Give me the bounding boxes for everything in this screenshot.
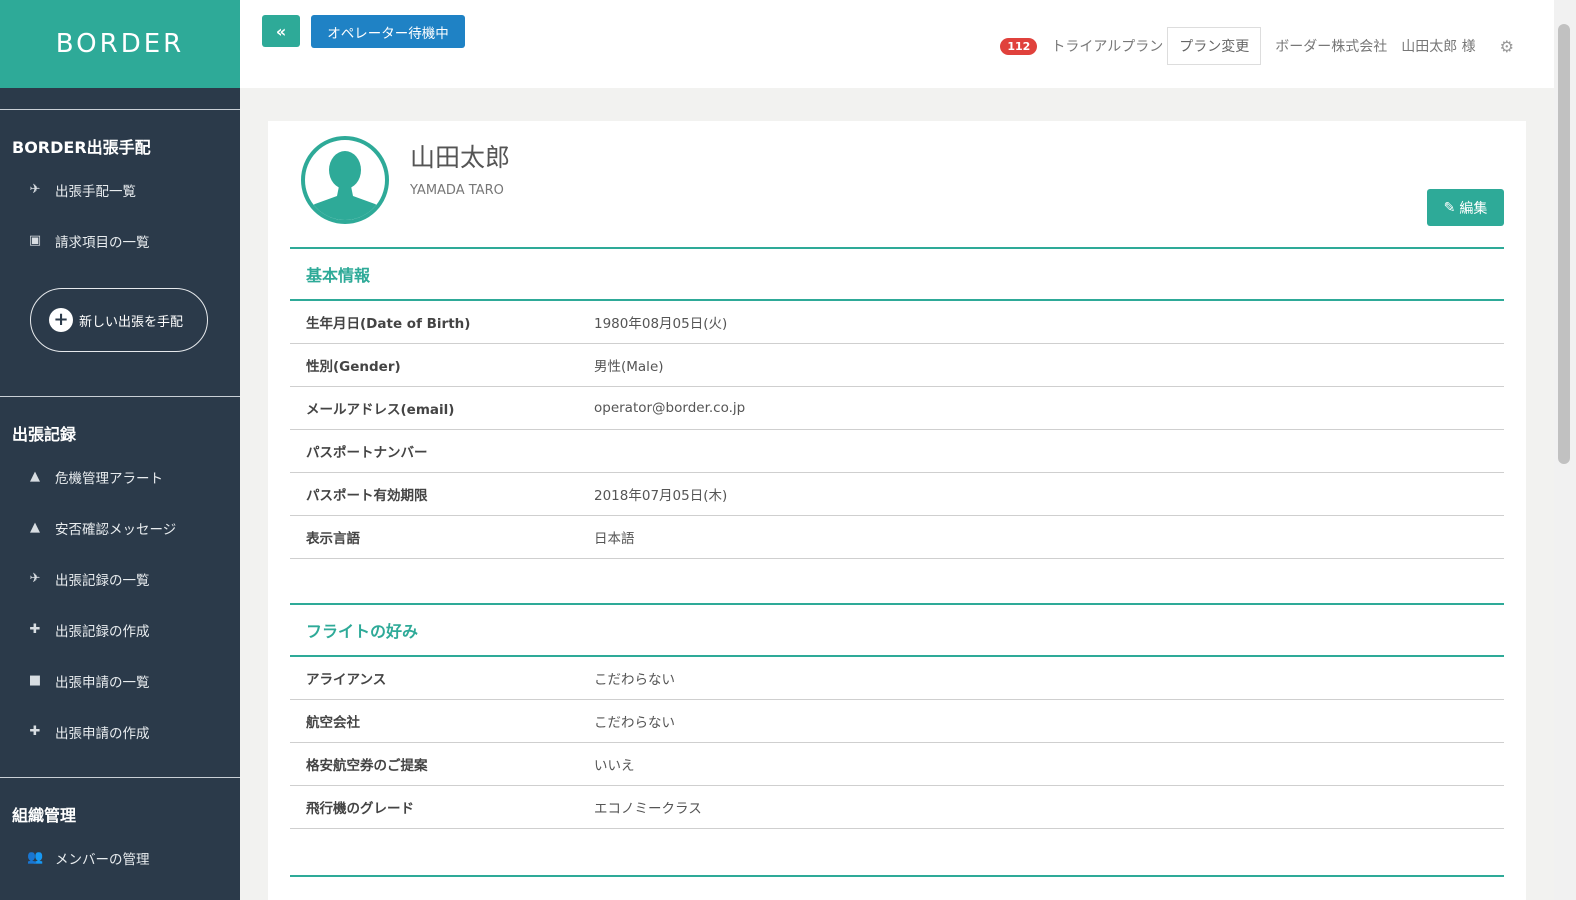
row-label: 飛行機のグレード	[306, 801, 414, 817]
new-trip-label: 新しい出張を手配	[79, 314, 184, 330]
sidebar-item-travel-list[interactable]: ✈ 出張手配一覧	[0, 164, 240, 215]
sidebar-item-safety-message[interactable]: ▲ 安否確認メッセージ	[0, 502, 240, 553]
flight-preference-section: フライトの好み アライアンス こだわらない 航空会社 こだわらない 格安航空券の…	[290, 603, 1504, 829]
scrollbar-thumb[interactable]	[1558, 24, 1570, 464]
row-value: 2018年07月05日(木)	[594, 488, 728, 504]
company-name: ボーダー株式会社	[1275, 39, 1388, 55]
table-row: 飛行機のグレード エコノミークラス	[290, 786, 1504, 829]
next-section-divider	[290, 875, 1504, 885]
row-label: メールアドレス(email)	[306, 402, 455, 418]
brand-logo[interactable]: BORDER	[0, 0, 240, 88]
sidebar-item-request-list[interactable]: ■ 出張申請の一覧	[0, 655, 240, 706]
sidebar-item-label: 安否確認メッセージ	[55, 521, 177, 538]
table-row: 性別(Gender) 男性(Male)	[290, 344, 1504, 387]
header-right: 112 トライアルプラン プラン変更 ボーダー株式会社 山田太郎 様 ⚙	[1000, 27, 1514, 65]
profile-card: 山田太郎 YAMADA TARO ✎ 編集 基本情報 生年月日(Date of …	[268, 121, 1526, 900]
row-label: アライアンス	[306, 672, 387, 688]
table-row: メールアドレス(email) operator@border.co.jp	[290, 387, 1504, 430]
sidebar-item-request-create[interactable]: ✚ 出張申請の作成	[0, 706, 240, 757]
sidebar-item-record-list[interactable]: ✈ 出張記録の一覧	[0, 553, 240, 604]
sidebar-heading: 出張記録	[12, 425, 77, 444]
sidebar-section-border-travel: BORDER出張手配 ✈ 出張手配一覧 ▣ 請求項目の一覧 + 新しい出張を手配	[0, 109, 240, 352]
money-icon: ▣	[28, 233, 42, 248]
section-title: フライトの好み	[290, 603, 1504, 657]
sidebar-item-label: 危機管理アラート	[55, 470, 163, 487]
row-label: パスポートナンバー	[306, 445, 428, 461]
sidebar-item-label: 出張申請の一覧	[55, 674, 150, 691]
avatar	[301, 136, 389, 224]
sidebar-item-label: 出張申請の作成	[55, 725, 150, 742]
sidebar-item-record-create[interactable]: ✚ 出張記録の作成	[0, 604, 240, 655]
sidebar-heading: BORDER出張手配	[12, 138, 151, 157]
sidebar-item-label: 出張記録の一覧	[55, 572, 150, 589]
new-trip-button[interactable]: + 新しい出張を手配	[30, 288, 208, 352]
row-label: 性別(Gender)	[306, 359, 401, 375]
pencil-icon: ✎	[1443, 199, 1456, 216]
row-label: 生年月日(Date of Birth)	[306, 316, 471, 332]
basic-info-section: 基本情報 生年月日(Date of Birth) 1980年08月05日(火) …	[290, 247, 1504, 559]
users-icon: 👥	[27, 850, 44, 865]
person-silhouette-icon	[305, 151, 385, 220]
profile-name-roman: YAMADA TARO	[410, 183, 504, 198]
row-label: 表示言語	[306, 531, 360, 547]
plus-icon: ✚	[29, 724, 41, 739]
user-name[interactable]: 山田太郎 様	[1401, 36, 1475, 56]
table-row: 表示言語 日本語	[290, 516, 1504, 559]
row-value: こだわらない	[594, 715, 675, 731]
table-row: 格安航空券のご提案 いいえ	[290, 743, 1504, 786]
edit-button[interactable]: ✎ 編集	[1427, 189, 1504, 226]
row-label: パスポート有効期限	[306, 488, 428, 504]
plus-icon: ✚	[29, 622, 41, 637]
edit-label: 編集	[1459, 200, 1488, 217]
airplane-icon: ✈	[29, 182, 41, 197]
sidebar-item-label: 請求項目の一覧	[55, 234, 150, 251]
row-label: 格安航空券のご提案	[306, 758, 428, 774]
briefcase-icon: ■	[28, 673, 42, 688]
plus-circle-icon: +	[49, 308, 73, 332]
operator-status-button[interactable]: オペレーター待機中	[311, 15, 465, 48]
section-title: 基本情報	[290, 247, 1504, 301]
table-row: パスポートナンバー	[290, 430, 1504, 473]
plan-name: トライアルプラン	[1051, 39, 1164, 55]
row-value: 男性(Male)	[594, 359, 664, 375]
sidebar-section-travel-records: 出張記録 ▲ 危機管理アラート ▲ 安否確認メッセージ ✈ 出張記録の一覧 ✚ …	[0, 396, 240, 757]
top-header: « オペレーター待機中 112 トライアルプラン プラン変更 ボーダー株式会社 …	[240, 0, 1554, 88]
sidebar-item-label: 出張記録の作成	[55, 623, 150, 640]
row-value: いいえ	[594, 758, 635, 774]
sidebar-item-members[interactable]: 👥 メンバーの管理	[0, 832, 240, 883]
scrollbar[interactable]	[1554, 0, 1576, 900]
warning-icon: ▲	[30, 520, 40, 535]
airplane-icon: ✈	[29, 571, 41, 586]
row-value: 1980年08月05日(火)	[594, 316, 728, 332]
plan-change-button[interactable]: プラン変更	[1167, 27, 1262, 65]
row-value: エコノミークラス	[594, 801, 702, 817]
profile-name: 山田太郎	[410, 143, 511, 172]
sidebar-item-billing-list[interactable]: ▣ 請求項目の一覧	[0, 215, 240, 266]
table-row: アライアンス こだわらない	[290, 657, 1504, 700]
row-value: operator@border.co.jp	[594, 400, 746, 416]
warning-icon: ▲	[30, 469, 40, 484]
table-row: 航空会社 こだわらない	[290, 700, 1504, 743]
row-value: こだわらない	[594, 672, 675, 688]
sidebar-section-org: 組織管理 👥 メンバーの管理	[0, 777, 240, 883]
table-row: パスポート有効期限 2018年07月05日(木)	[290, 473, 1504, 516]
sidebar: BORDER BORDER出張手配 ✈ 出張手配一覧 ▣ 請求項目の一覧 + 新…	[0, 0, 240, 900]
sidebar-item-crisis-alert[interactable]: ▲ 危機管理アラート	[0, 451, 240, 502]
notification-badge[interactable]: 112	[1000, 37, 1038, 55]
sidebar-item-label: 出張手配一覧	[55, 183, 136, 200]
gear-icon[interactable]: ⚙	[1500, 37, 1514, 56]
sidebar-item-label: メンバーの管理	[55, 851, 150, 868]
sidebar-heading: 組織管理	[12, 806, 77, 825]
table-row: 生年月日(Date of Birth) 1980年08月05日(火)	[290, 301, 1504, 344]
row-label: 航空会社	[306, 715, 360, 731]
collapse-sidebar-button[interactable]: «	[262, 15, 300, 47]
row-value: 日本語	[594, 531, 635, 547]
